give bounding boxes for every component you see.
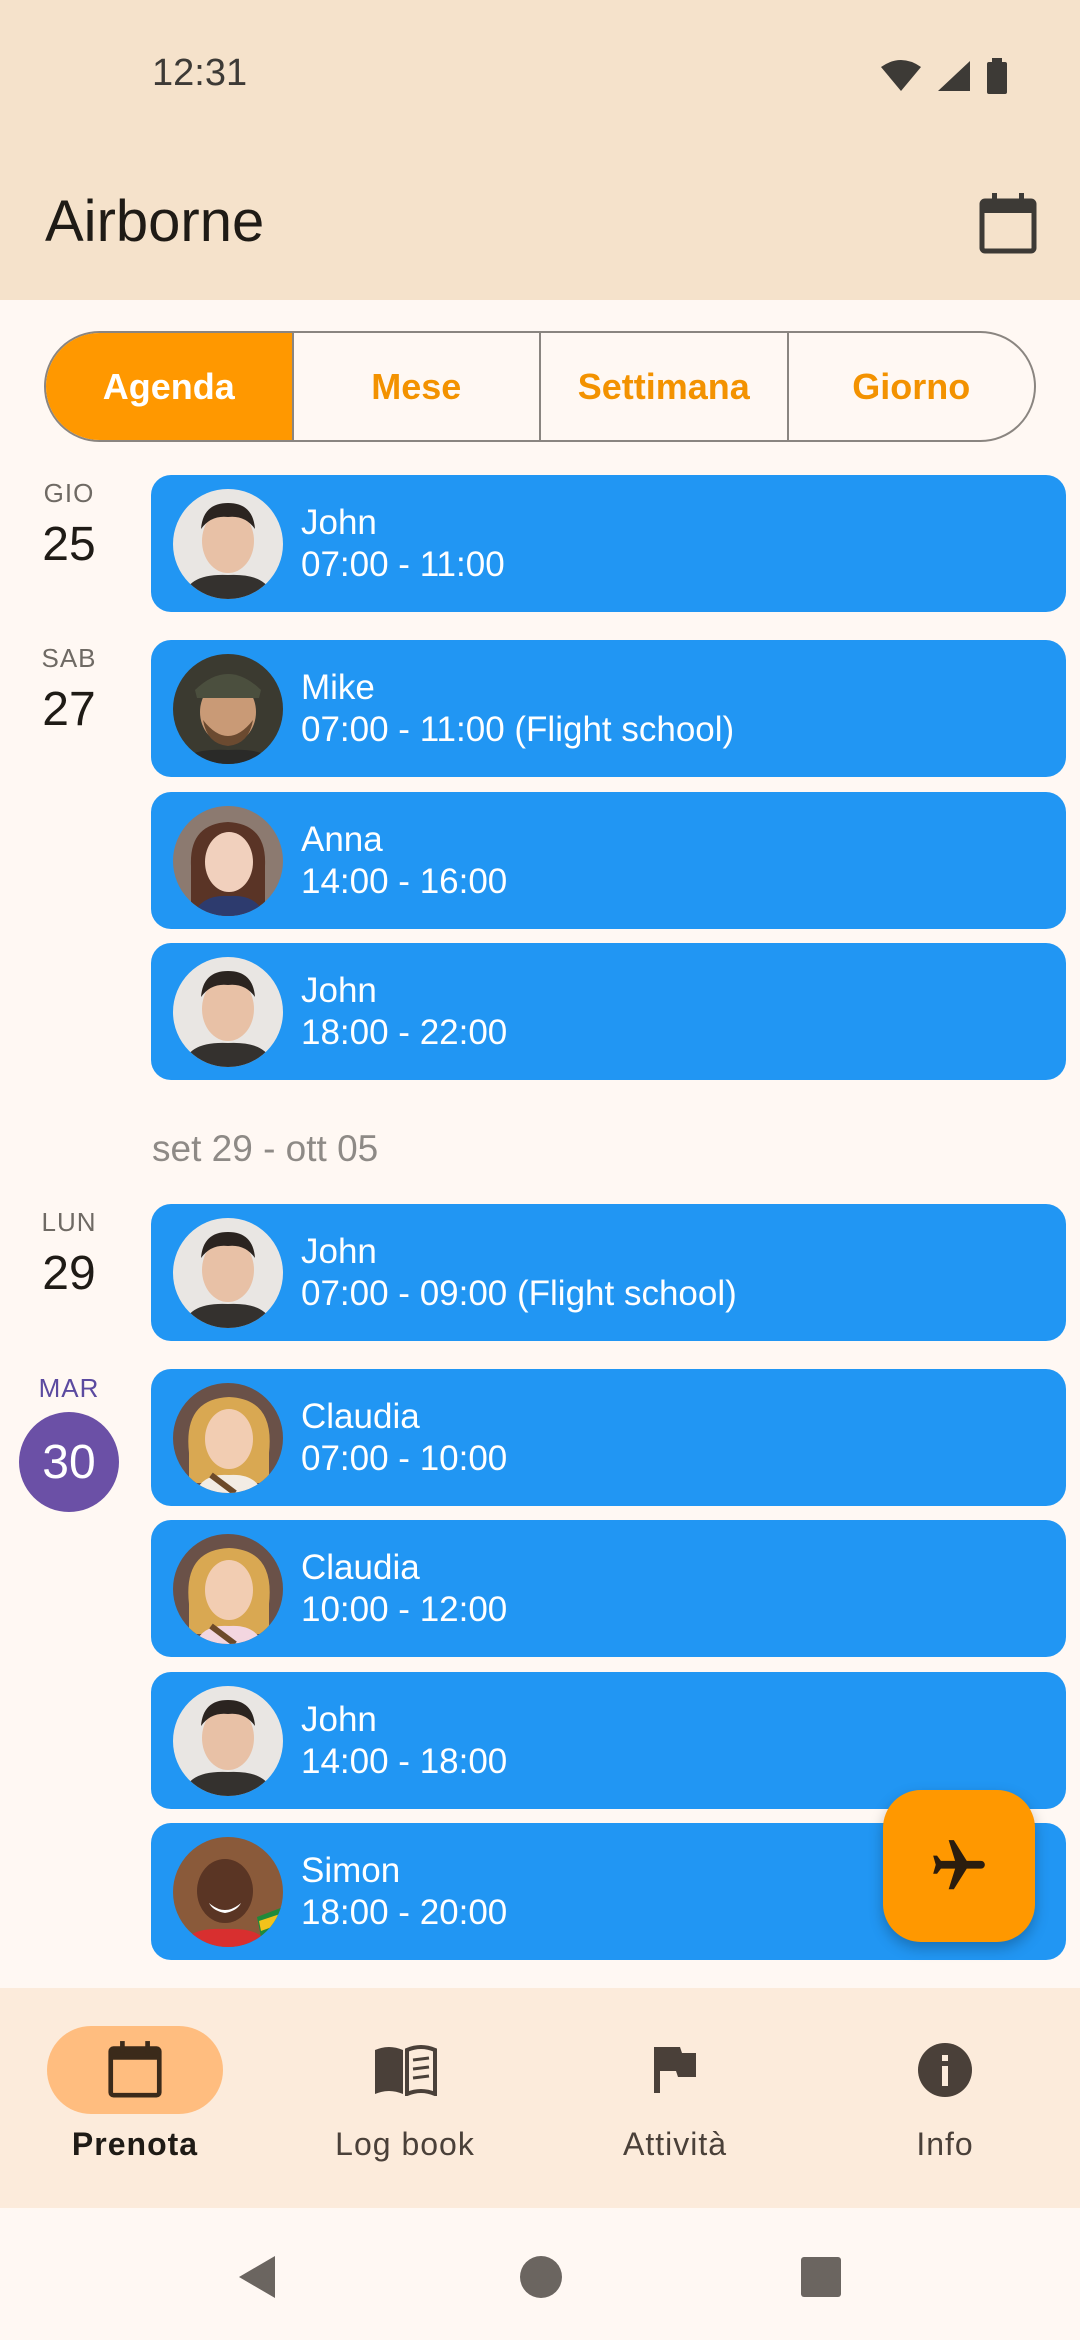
status-bar: 12:31 (0, 0, 1080, 150)
booking-event[interactable]: John 18:00 - 22:00 (151, 943, 1066, 1080)
day-number: 25 (42, 518, 96, 571)
nav-label: Info (916, 2126, 974, 2162)
system-navigation-bar (0, 2208, 1080, 2340)
day-of-week: GIO (43, 478, 95, 508)
calendar-icon (979, 193, 1037, 254)
tab-giorno[interactable]: Giorno (786, 333, 1035, 440)
event-time: 07:00 - 11:00 (301, 545, 505, 584)
day-label-today: MAR 30 (18, 1373, 120, 1512)
week-range-label: set 29 - ott 05 (152, 1128, 379, 1169)
avatar (173, 806, 283, 916)
bottom-navigation: Prenota Log book Attività Info (0, 1988, 1080, 2208)
event-name: John (301, 1232, 377, 1271)
status-time: 12:31 (152, 52, 248, 94)
booking-event[interactable]: John 07:00 - 11:00 (151, 475, 1066, 612)
event-name: Anna (301, 820, 383, 859)
event-time: 07:00 - 09:00 (Flight school) (301, 1274, 737, 1313)
day-number: 29 (42, 1247, 96, 1300)
booking-event[interactable]: Claudia 10:00 - 12:00 (151, 1520, 1066, 1657)
calendar-button[interactable] (972, 188, 1044, 260)
event-time: 14:00 - 18:00 (301, 1742, 508, 1781)
booking-event[interactable]: Mike 07:00 - 11:00 (Flight school) (151, 640, 1066, 777)
event-time: 07:00 - 11:00 (Flight school) (301, 710, 735, 749)
booking-event[interactable]: Claudia 07:00 - 10:00 (151, 1369, 1066, 1506)
avatar (173, 1383, 283, 1493)
home-icon[interactable] (516, 2252, 566, 2302)
wifi-icon (881, 60, 921, 91)
event-name: Simon (301, 1851, 401, 1890)
tab-mese[interactable]: Mese (291, 333, 540, 440)
tab-agenda[interactable]: Agenda (46, 333, 292, 440)
back-icon[interactable] (233, 2252, 283, 2302)
page-title: Airborne (45, 189, 265, 254)
avatar (173, 1686, 283, 1796)
day-label: SAB 27 (18, 643, 120, 737)
cellular-signal-icon (938, 61, 970, 91)
event-time: 18:00 - 22:00 (301, 1013, 508, 1052)
nav-indicator (857, 2026, 1033, 2114)
calendar-icon (108, 2041, 162, 2098)
today-indicator: 30 (19, 1412, 119, 1512)
tab-settimana[interactable]: Settimana (539, 333, 787, 440)
nav-indicator (47, 2026, 223, 2114)
day-number: 27 (42, 683, 96, 736)
event-time: 14:00 - 16:00 (301, 862, 508, 901)
event-name: John (301, 503, 377, 542)
event-name: John (301, 971, 377, 1010)
day-of-week: MAR (38, 1373, 100, 1403)
avatar (173, 1837, 283, 1947)
recents-icon[interactable] (796, 2252, 846, 2302)
event-name: Claudia (301, 1397, 420, 1436)
info-icon (918, 2043, 972, 2097)
nav-item-attivita[interactable]: Attività (540, 1988, 810, 2208)
nav-indicator (317, 2026, 493, 2114)
nav-item-info[interactable]: Info (810, 1988, 1080, 2208)
nav-label: Prenota (71, 2126, 199, 2162)
day-label: LUN 29 (18, 1207, 120, 1301)
avatar (173, 489, 283, 599)
battery-icon (987, 58, 1007, 94)
nav-label: Attività (622, 2126, 728, 2162)
avatar (173, 654, 283, 764)
new-booking-fab[interactable] (883, 1790, 1035, 1942)
airplane-icon (933, 1840, 985, 1890)
book-icon (375, 2045, 437, 2096)
booking-event[interactable]: John 07:00 - 09:00 (Flight school) (151, 1204, 1066, 1341)
nav-indicator (587, 2026, 763, 2114)
day-label: GIO 25 (18, 478, 120, 572)
event-name: John (301, 1700, 377, 1739)
nav-item-prenota[interactable]: Prenota (0, 1988, 270, 2208)
flag-icon (654, 2047, 696, 2093)
app-bar: Airborne (0, 150, 1080, 300)
nav-item-log-book[interactable]: Log book (270, 1988, 540, 2208)
avatar (173, 1534, 283, 1644)
avatar (173, 957, 283, 1067)
event-name: Claudia (301, 1548, 420, 1587)
day-of-week: LUN (41, 1207, 97, 1237)
day-of-week: SAB (41, 643, 97, 673)
event-time: 18:00 - 20:00 (301, 1893, 508, 1932)
view-selector: Agenda Mese Settimana Giorno (44, 331, 1036, 442)
nav-label: Log book (335, 2126, 475, 2162)
status-icons (880, 58, 1008, 94)
avatar (173, 1218, 283, 1328)
event-name: Mike (301, 668, 375, 707)
booking-event[interactable]: John 14:00 - 18:00 (151, 1672, 1066, 1809)
event-time: 07:00 - 10:00 (301, 1439, 508, 1478)
event-time: 10:00 - 12:00 (301, 1590, 508, 1629)
booking-event[interactable]: Anna 14:00 - 16:00 (151, 792, 1066, 929)
